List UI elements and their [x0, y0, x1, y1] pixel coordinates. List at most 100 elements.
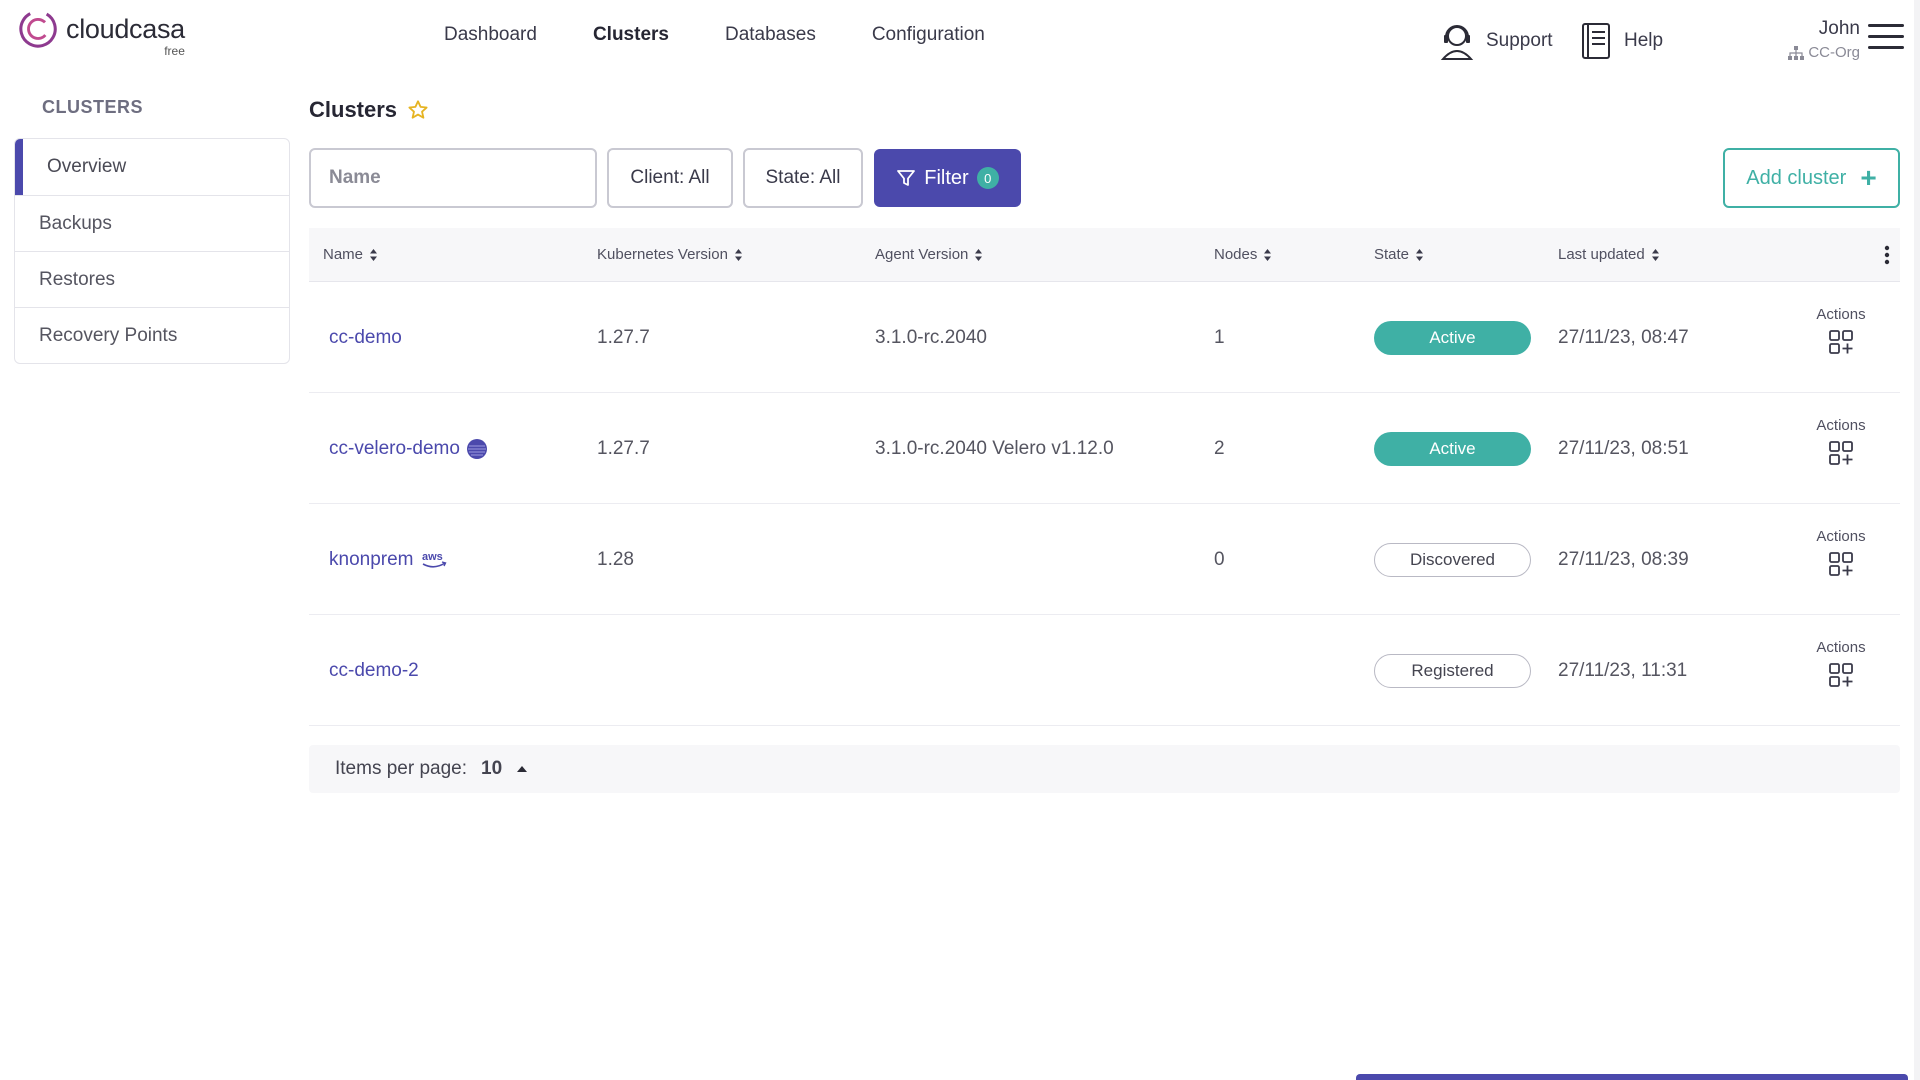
- actions-button[interactable]: Actions: [1806, 306, 1876, 360]
- actions-grid-plus-icon: [1829, 663, 1853, 687]
- support-icon: [1440, 25, 1474, 60]
- help-label: Help: [1624, 30, 1664, 51]
- velero-icon: [466, 438, 487, 459]
- cluster-name-link[interactable]: cc-demo: [329, 327, 402, 349]
- actions-button[interactable]: Actions: [1806, 417, 1876, 471]
- state-badge: Active: [1374, 320, 1531, 355]
- column-label: Agent Version: [875, 246, 969, 263]
- cluster-name-link[interactable]: knonprem: [329, 549, 414, 571]
- table-row: cc-velero-demo 1.27.7 3.1.0-rc.2040 Vele…: [309, 393, 1900, 504]
- actions-button[interactable]: Actions: [1806, 639, 1876, 693]
- column-label: Name: [323, 246, 364, 263]
- sort-icon: [370, 249, 378, 261]
- cloudcasa-logo-icon: [19, 10, 57, 48]
- org-selector[interactable]: CC-Org: [1740, 44, 1860, 61]
- sidebar-title: CLUSTERS: [42, 97, 144, 117]
- filter-count-badge: 0: [976, 167, 999, 189]
- cluster-name-link[interactable]: cc-velero-demo: [329, 438, 460, 460]
- kubernetes-version: 1.28: [597, 548, 634, 570]
- actions-button[interactable]: Actions: [1806, 528, 1876, 582]
- column-header-last-updated[interactable]: Last updated: [1558, 228, 1660, 282]
- filter-label: Filter: [924, 166, 969, 189]
- add-cluster-label: Add cluster: [1746, 166, 1847, 189]
- nav-dashboard[interactable]: Dashboard: [444, 24, 537, 46]
- column-header-nodes[interactable]: Nodes: [1214, 228, 1272, 282]
- column-label: Last updated: [1558, 246, 1645, 263]
- cloudcasa-logo[interactable]: cloudcasa free: [18, 6, 185, 58]
- user-name: John: [1818, 18, 1860, 39]
- agent-version: 3.1.0-rc.2040: [875, 326, 987, 348]
- sidebar-item-overview[interactable]: Overview: [15, 139, 289, 195]
- column-header-agent-version[interactable]: Agent Version: [875, 228, 983, 282]
- column-header-state[interactable]: State: [1374, 228, 1424, 282]
- support-label: Support: [1486, 30, 1553, 51]
- nav-clusters[interactable]: Clusters: [593, 24, 669, 46]
- filter-button[interactable]: Filter 0: [874, 149, 1021, 207]
- column-options-kebab-icon[interactable]: [1884, 245, 1890, 265]
- table-row: knonprem aws 1.28 0 Discovered 27/11/23,…: [309, 504, 1900, 615]
- cluster-toolbar: Client: All State: All Filter 0 Add clus…: [309, 148, 1900, 210]
- sidebar: CLUSTERS Overview Backups Restores Recov…: [14, 92, 290, 364]
- page-scrollbar-track[interactable]: [1914, 0, 1920, 1080]
- state-badge: Discovered: [1374, 542, 1531, 577]
- sidebar-item-restores[interactable]: Restores: [15, 251, 289, 307]
- pagination-bar: Items per page: 10: [309, 745, 1900, 793]
- sidebar-item-backups[interactable]: Backups: [15, 195, 289, 251]
- column-header-name[interactable]: Name: [323, 228, 378, 282]
- name-search-input[interactable]: [309, 148, 597, 208]
- actions-label: Actions: [1816, 528, 1866, 545]
- main-nav: Dashboard Clusters Databases Configurati…: [444, 24, 985, 46]
- bottom-panel-edge: [1356, 1074, 1908, 1080]
- nav-databases[interactable]: Databases: [725, 24, 816, 46]
- table-row: cc-demo 1.27.7 3.1.0-rc.2040 1 Active 27…: [309, 282, 1900, 393]
- brand-name: cloudcasa: [66, 14, 185, 44]
- hamburger-menu-icon[interactable]: [1868, 24, 1904, 54]
- plus-icon: +: [1860, 162, 1877, 193]
- page-title: Clusters: [309, 97, 398, 122]
- node-count: 2: [1214, 437, 1225, 459]
- last-updated: 27/11/23, 08:51: [1558, 437, 1689, 459]
- actions-grid-plus-icon: [1829, 441, 1853, 465]
- last-updated: 27/11/23, 11:31: [1558, 659, 1688, 681]
- sort-icon: [1416, 249, 1424, 261]
- clusters-table: Name Kubernetes Version Agent Version No…: [309, 228, 1900, 726]
- svg-text:aws: aws: [422, 551, 443, 563]
- column-label: Nodes: [1214, 246, 1258, 263]
- org-name: CC-Org: [1808, 44, 1860, 61]
- column-label: State: [1374, 246, 1410, 263]
- column-label: Kubernetes Version: [597, 246, 728, 263]
- node-count: 1: [1214, 326, 1225, 348]
- nav-configuration[interactable]: Configuration: [872, 24, 985, 46]
- agent-version: 3.1.0-rc.2040 Velero v1.12.0: [875, 437, 1114, 459]
- help-link[interactable]: Help: [1580, 18, 1690, 64]
- page-header: Clusters: [309, 97, 429, 123]
- sort-icon: [1264, 249, 1272, 261]
- sidebar-item-recovery-points[interactable]: Recovery Points: [15, 307, 289, 363]
- kubernetes-version: 1.27.7: [597, 326, 650, 348]
- cluster-name-link[interactable]: cc-demo-2: [329, 660, 419, 682]
- actions-label: Actions: [1816, 306, 1866, 323]
- sort-icon: [975, 249, 983, 261]
- client-filter-button[interactable]: Client: All: [607, 148, 733, 208]
- node-count: 0: [1214, 548, 1225, 570]
- sidebar-list: Overview Backups Restores Recovery Point…: [14, 138, 290, 364]
- actions-label: Actions: [1816, 639, 1866, 656]
- state-badge: Active: [1374, 431, 1531, 466]
- caret-up-icon[interactable]: [516, 765, 528, 773]
- last-updated: 27/11/23, 08:39: [1558, 548, 1689, 570]
- kubernetes-version: 1.27.7: [597, 437, 650, 459]
- state-filter-button[interactable]: State: All: [743, 148, 863, 208]
- add-cluster-button[interactable]: Add cluster +: [1723, 148, 1900, 208]
- column-header-kubernetes-version[interactable]: Kubernetes Version: [597, 228, 743, 282]
- help-book-icon: [1582, 23, 1610, 59]
- favorite-star-icon[interactable]: [407, 99, 429, 121]
- aws-icon: aws: [422, 551, 447, 568]
- last-updated: 27/11/23, 08:47: [1558, 326, 1689, 348]
- actions-grid-plus-icon: [1829, 330, 1853, 354]
- sort-icon: [734, 249, 742, 261]
- table-row: cc-demo-2 Registered 27/11/23, 11:31 Act…: [309, 615, 1900, 726]
- user-menu[interactable]: John CC-Org: [1740, 18, 1860, 61]
- support-link[interactable]: Support: [1440, 18, 1580, 64]
- items-per-page-select[interactable]: 10: [481, 758, 502, 780]
- table-header: Name Kubernetes Version Agent Version No…: [309, 228, 1900, 282]
